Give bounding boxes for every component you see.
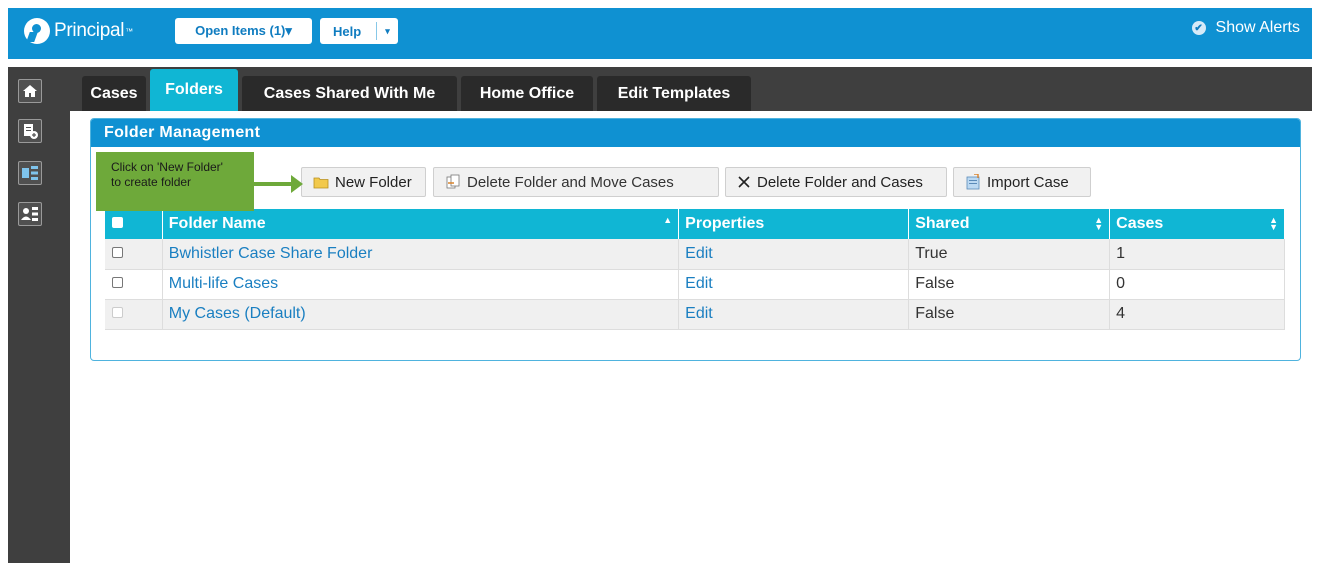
shared-cell: False [908,299,1111,330]
table-header-row: Folder Name ▲ Properties Shared ▲ ▼ Cases ▲ ▼ [105,209,1285,239]
home-icon[interactable] [18,79,42,103]
principal-logo[interactable]: Principal ™ [24,18,133,44]
folder-name-link[interactable]: Multi-life Cases [169,275,278,292]
select-all-checkbox[interactable] [112,217,123,228]
cases-count-cell: 1 [1109,239,1285,270]
delete-folder-move-cases-label: Delete Folder and Move Cases [467,173,674,191]
tab-cases-shared-with-me[interactable]: Cases Shared With Me [242,76,457,111]
check-badge-icon: ✔ [1191,21,1206,35]
callout-line-2: to create folder [111,175,192,189]
folder-name-link[interactable]: Bwhistler Case Share Folder [169,245,373,262]
tab-folders[interactable]: Folders [150,69,238,111]
new-folder-button[interactable]: New Folder [301,167,426,197]
import-document-icon [966,174,980,190]
row-select-cell [105,299,163,330]
edit-properties-link[interactable]: Edit [685,245,713,262]
delete-folder-and-cases-button[interactable]: Delete Folder and Cases [725,167,947,197]
callout-arrowhead-icon [291,175,303,193]
show-alerts-label: Show Alerts [1215,19,1300,36]
user-tree-icon[interactable] [18,202,42,226]
row-checkbox[interactable] [112,277,123,288]
callout-line-1: Click on 'New Folder' [111,160,223,174]
table-row: My Cases (Default) Edit False 4 [105,299,1285,330]
folder-name-cell: My Cases (Default) [162,299,680,330]
cases-count-cell: 0 [1109,269,1285,300]
left-nav-rail [8,67,70,563]
column-header-shared[interactable]: Shared ▲ ▼ [908,209,1111,239]
sort-icon: ▲ ▼ [1094,215,1104,232]
app-frame: Principal ™ Open Items (1)▾ Help ▾ ✔ Sho… [8,8,1312,563]
cases-count-cell: 4 [1109,299,1285,330]
folders-table: Folder Name ▲ Properties Shared ▲ ▼ Cases ▲ ▼… [105,209,1285,330]
callout-arrow-icon [254,182,292,186]
principal-logo-icon [24,18,50,44]
sort-asc-icon: ▲ [663,215,673,225]
import-case-label: Import Case [987,173,1069,191]
show-alerts-link[interactable]: ✔ Show Alerts [1191,19,1300,37]
panel-title: Folder Management [91,119,1300,147]
instruction-callout: Click on 'New Folder' to create folder [96,152,254,211]
shared-cell: True [908,239,1111,270]
edit-properties-link[interactable]: Edit [685,275,713,292]
row-checkbox[interactable] [112,246,123,258]
folder-name-cell: Multi-life Cases [162,269,680,300]
properties-cell: Edit [678,239,910,270]
shared-cell: False [908,269,1111,300]
new-folder-label: New Folder [335,173,412,191]
edit-properties-link[interactable]: Edit [685,305,713,322]
properties-cell: Edit [678,299,910,330]
close-icon [738,176,750,188]
folder-icon [313,177,329,189]
delete-folder-and-cases-label: Delete Folder and Cases [757,173,923,191]
brand-name: Principal [54,20,125,41]
delete-folder-move-cases-button[interactable]: Delete Folder and Move Cases [433,167,719,197]
row-select-cell [105,269,163,300]
row-select-cell [105,239,163,270]
properties-cell: Edit [678,269,910,300]
column-header-cases[interactable]: Cases ▲ ▼ [1109,209,1285,239]
column-header-properties: Properties [678,209,910,239]
folder-tree-icon[interactable] [18,161,42,185]
help-divider [376,22,377,40]
open-items-button[interactable]: Open Items (1)▾ [175,18,312,44]
folder-name-link[interactable]: My Cases (Default) [169,305,306,322]
help-dropdown-icon[interactable]: ▾ [377,26,398,37]
tab-cases[interactable]: Cases [82,76,146,111]
row-checkbox-disabled [112,307,123,318]
table-row: Multi-life Cases Edit False 0 [105,269,1285,300]
table-row: Bwhistler Case Share Folder Edit True 1 [105,239,1285,270]
tab-bar: Cases Folders Cases Shared With Me Home … [70,67,1312,111]
help-label[interactable]: Help [320,24,376,39]
new-case-icon[interactable] [18,119,42,143]
top-bar: Principal ™ Open Items (1)▾ Help ▾ ✔ Sho… [8,8,1312,59]
tab-edit-templates[interactable]: Edit Templates [597,76,751,111]
open-items-label: Open Items (1)▾ [195,23,292,38]
move-document-icon [446,174,460,189]
select-all-header [105,209,163,239]
column-header-folder-name[interactable]: Folder Name ▲ [162,209,680,239]
help-button[interactable]: Help ▾ [320,18,398,44]
folder-name-cell: Bwhistler Case Share Folder [162,239,680,270]
trademark-mark: ™ [125,26,134,36]
import-case-button[interactable]: Import Case [953,167,1091,197]
sort-icon: ▲ ▼ [1269,215,1278,232]
tab-home-office[interactable]: Home Office [461,76,593,111]
